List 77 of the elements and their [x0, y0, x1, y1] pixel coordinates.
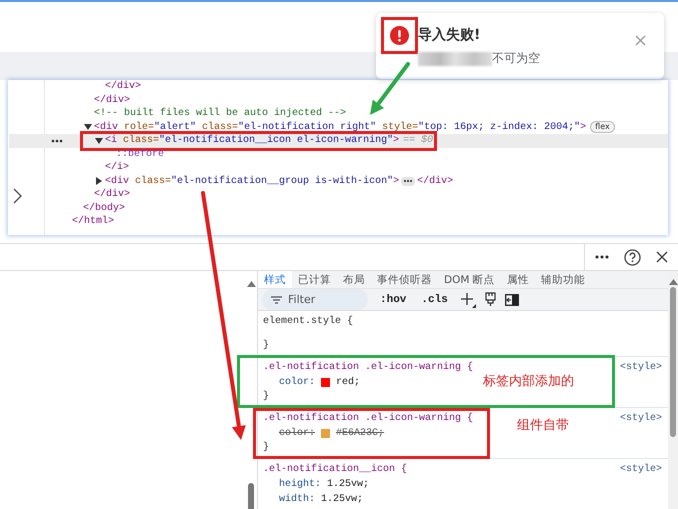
code-text: </html> — [72, 215, 114, 228]
collapsed-ellipsis-icon[interactable] — [401, 176, 416, 186]
styles-tab[interactable]: 布局 — [337, 271, 371, 288]
scroll-up-arrow-icon[interactable] — [668, 279, 678, 285]
dom-node-row[interactable]: </i> — [9, 161, 668, 174]
css-selector: .el-notification__icon { — [263, 463, 408, 477]
styles-tab[interactable]: 已计算 — [292, 271, 337, 288]
filter-icon — [271, 296, 282, 304]
collapsed-triangle-icon[interactable] — [95, 177, 103, 186]
css-property: width: — [279, 492, 316, 507]
dom-node-row[interactable]: <!-- built files will be auto injected --> — [9, 107, 668, 120]
more-dots-icon[interactable] — [51, 139, 63, 143]
css-property: height: — [279, 478, 322, 492]
annotation-note: 组件自带 — [517, 417, 569, 434]
css-selector: element.style { — [263, 315, 354, 329]
chevron-right-icon[interactable] — [13, 188, 22, 204]
dom-node-row[interactable]: </div> — [9, 94, 668, 107]
warning-icon — [390, 26, 409, 45]
closing-brace: } — [263, 390, 270, 404]
code-text: </div> — [105, 80, 142, 94]
state-toggle-button[interactable]: .cls — [418, 294, 451, 306]
css-value: red; — [336, 376, 360, 390]
selected-node-hint: == $0 — [403, 135, 434, 146]
notification-message: 不可为空 — [492, 50, 540, 67]
stylesheet-link[interactable]: <style> — [620, 412, 662, 426]
css-value: #E6A23C; — [336, 427, 384, 441]
stylesheet-link[interactable]: <style> — [620, 361, 662, 375]
color-swatch[interactable] — [321, 429, 330, 438]
scrollbar[interactable] — [668, 271, 678, 509]
styles-tab[interactable]: 事件侦听器 — [371, 271, 438, 288]
styles-tab[interactable]: 样式 — [258, 271, 292, 288]
code-text: </body> — [83, 202, 126, 215]
dom-node-row[interactable]: </body> — [9, 202, 668, 215]
code-text: </i> — [105, 161, 130, 174]
scrollbar-thumb[interactable] — [670, 287, 676, 437]
dom-node-row[interactable]: </div> — [9, 188, 668, 202]
plus-icon[interactable] — [460, 292, 476, 308]
closing-brace: } — [263, 441, 270, 455]
dom-node-row[interactable]: <div role="alert" class="el-notification right" style="top: 16px; z-index: 2004;"> flex — [9, 120, 668, 134]
dom-node-row[interactable]: </html> — [9, 215, 668, 228]
close-icon[interactable] — [656, 251, 668, 263]
css-property: color: — [279, 426, 316, 441]
flex-badge[interactable]: flex — [590, 121, 615, 134]
help-icon[interactable] — [624, 248, 641, 266]
styles-tab[interactable]: 属性 — [500, 271, 535, 288]
css-value: 1.25vw; — [327, 478, 370, 492]
scrollbar[interactable] — [245, 271, 258, 509]
code-text: </div> — [94, 94, 130, 107]
css-value: 1.25vw; — [321, 493, 364, 507]
expanded-triangle-icon[interactable] — [95, 136, 103, 145]
sidebar-toggle-icon[interactable] — [504, 294, 519, 306]
more-options-icon[interactable] — [595, 255, 609, 259]
code-text: <div class="el-notification__group is-with-icon"> — [105, 174, 400, 188]
notification-title: 导入失败! — [418, 26, 482, 44]
code-text: <i class="el-notification__icon el-icon-warning"> — [105, 134, 400, 148]
code-text: <div role="alert" class="el-notification right" style="top: 16px; z-index: 2004;"> — [94, 120, 586, 134]
color-swatch[interactable] — [321, 378, 330, 387]
css-property: color: — [279, 376, 316, 390]
dom-node-row[interactable]: </div> — [9, 80, 668, 94]
stylesheet-link[interactable]: <style> — [620, 463, 662, 477]
code-text: ::before — [116, 148, 164, 161]
filter-field[interactable]: Filter — [262, 289, 368, 310]
scroll-up-arrow-icon[interactable] — [246, 281, 256, 287]
dom-node-row[interactable]: ::before — [9, 148, 668, 161]
paint-brush-icon[interactable] — [484, 292, 496, 307]
css-selector: .el-notification .el-icon-warning { — [263, 361, 474, 375]
closing-brace: } — [263, 339, 270, 353]
styles-tab[interactable]: 辅助功能 — [534, 271, 591, 288]
code-text: <!-- built files will be auto injected --> — [94, 107, 346, 120]
annotation-note: 标签内部添加的 — [483, 373, 574, 390]
css-selector: .el-notification .el-icon-warning { — [263, 412, 474, 426]
code-text: </div> — [417, 174, 454, 188]
dom-node-row[interactable]: <div class="el-notification__group is-with-icon"> </div> — [9, 174, 668, 188]
state-toggle-button[interactable]: :hov — [377, 294, 410, 306]
styles-tab[interactable]: DOM 断点 — [438, 271, 501, 288]
expanded-triangle-icon[interactable] — [84, 123, 92, 132]
code-text: </div> — [94, 188, 130, 202]
